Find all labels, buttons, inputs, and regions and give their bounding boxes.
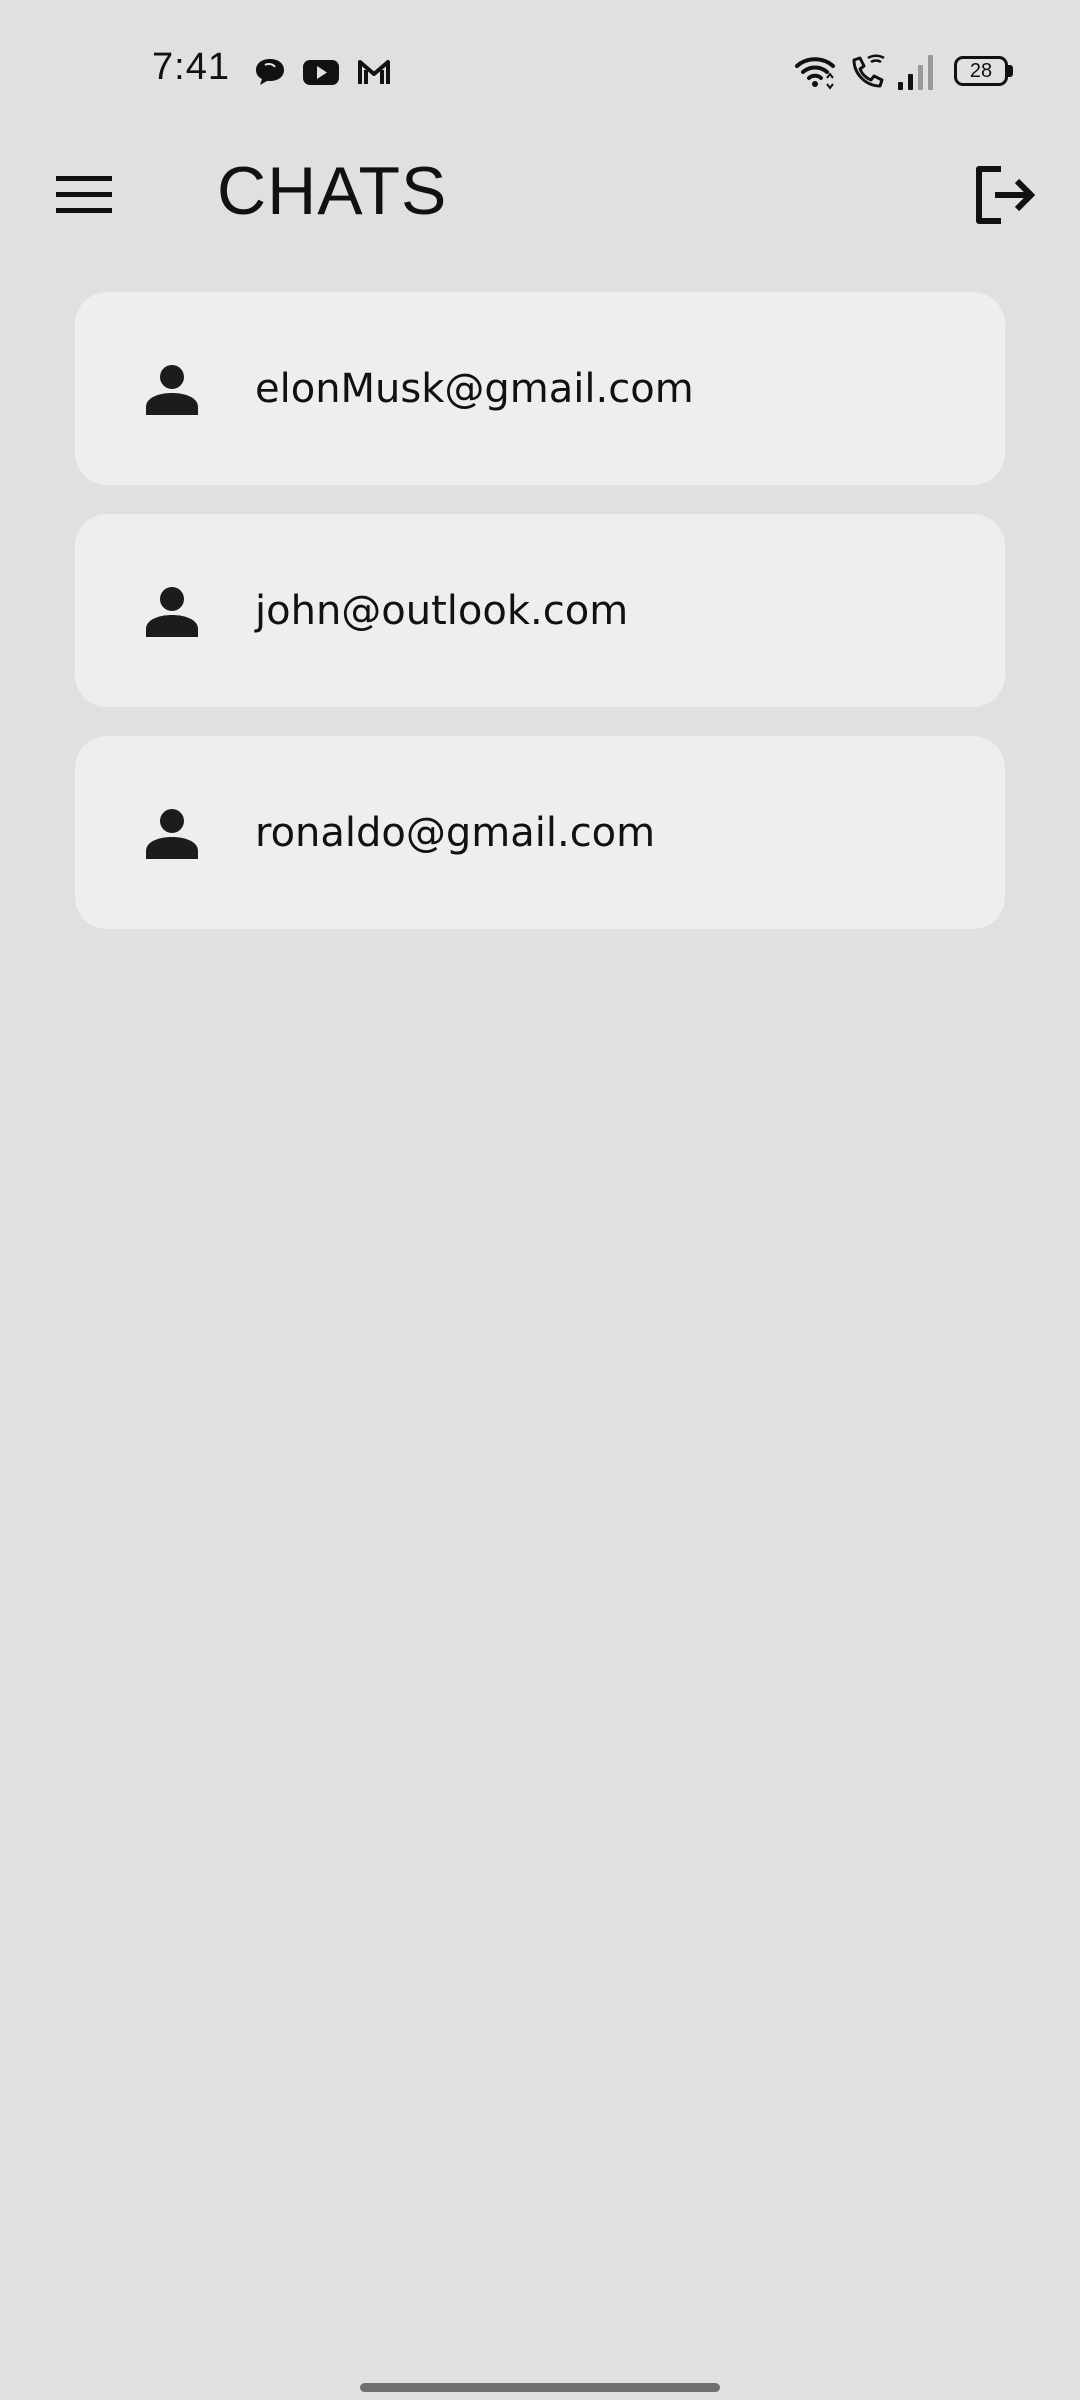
gmail-icon <box>358 60 390 84</box>
chat-item[interactable]: elonMusk@gmail.com <box>75 292 1005 485</box>
chat-item[interactable]: john@outlook.com <box>75 514 1005 707</box>
logout-button[interactable] <box>960 155 1050 235</box>
page-title: CHATS <box>217 153 448 229</box>
chat-list: elonMusk@gmail.com john@outlook.com rona… <box>75 292 1005 958</box>
wifi-calling-icon <box>852 54 885 88</box>
chat-item[interactable]: ronaldo@gmail.com <box>75 736 1005 929</box>
battery-tip <box>1008 65 1013 77</box>
wifi-icon <box>795 57 835 90</box>
chats-screen: 7:41 28 CHATS elonMusk@gmail.com john@ou… <box>0 0 1080 2400</box>
chat-email: john@outlook.com <box>255 587 629 634</box>
chat-bubble-icon <box>256 59 284 85</box>
youtube-icon <box>303 60 339 85</box>
cellular-signal-icon <box>898 55 933 90</box>
chat-email: elonMusk@gmail.com <box>255 365 694 412</box>
app-bar: CHATS <box>0 140 1080 250</box>
battery-level: 28 <box>969 60 993 82</box>
battery-icon: 28 <box>954 56 1008 86</box>
status-time: 7:41 <box>152 46 230 88</box>
person-icon <box>142 803 202 863</box>
menu-button[interactable] <box>40 160 130 230</box>
status-bar: 7:41 28 <box>0 0 1080 140</box>
logout-icon <box>976 166 1036 224</box>
hamburger-menu-icon <box>56 176 112 213</box>
person-icon <box>142 359 202 419</box>
person-icon <box>142 581 202 641</box>
chat-email: ronaldo@gmail.com <box>255 809 656 856</box>
home-indicator[interactable] <box>360 2383 720 2392</box>
